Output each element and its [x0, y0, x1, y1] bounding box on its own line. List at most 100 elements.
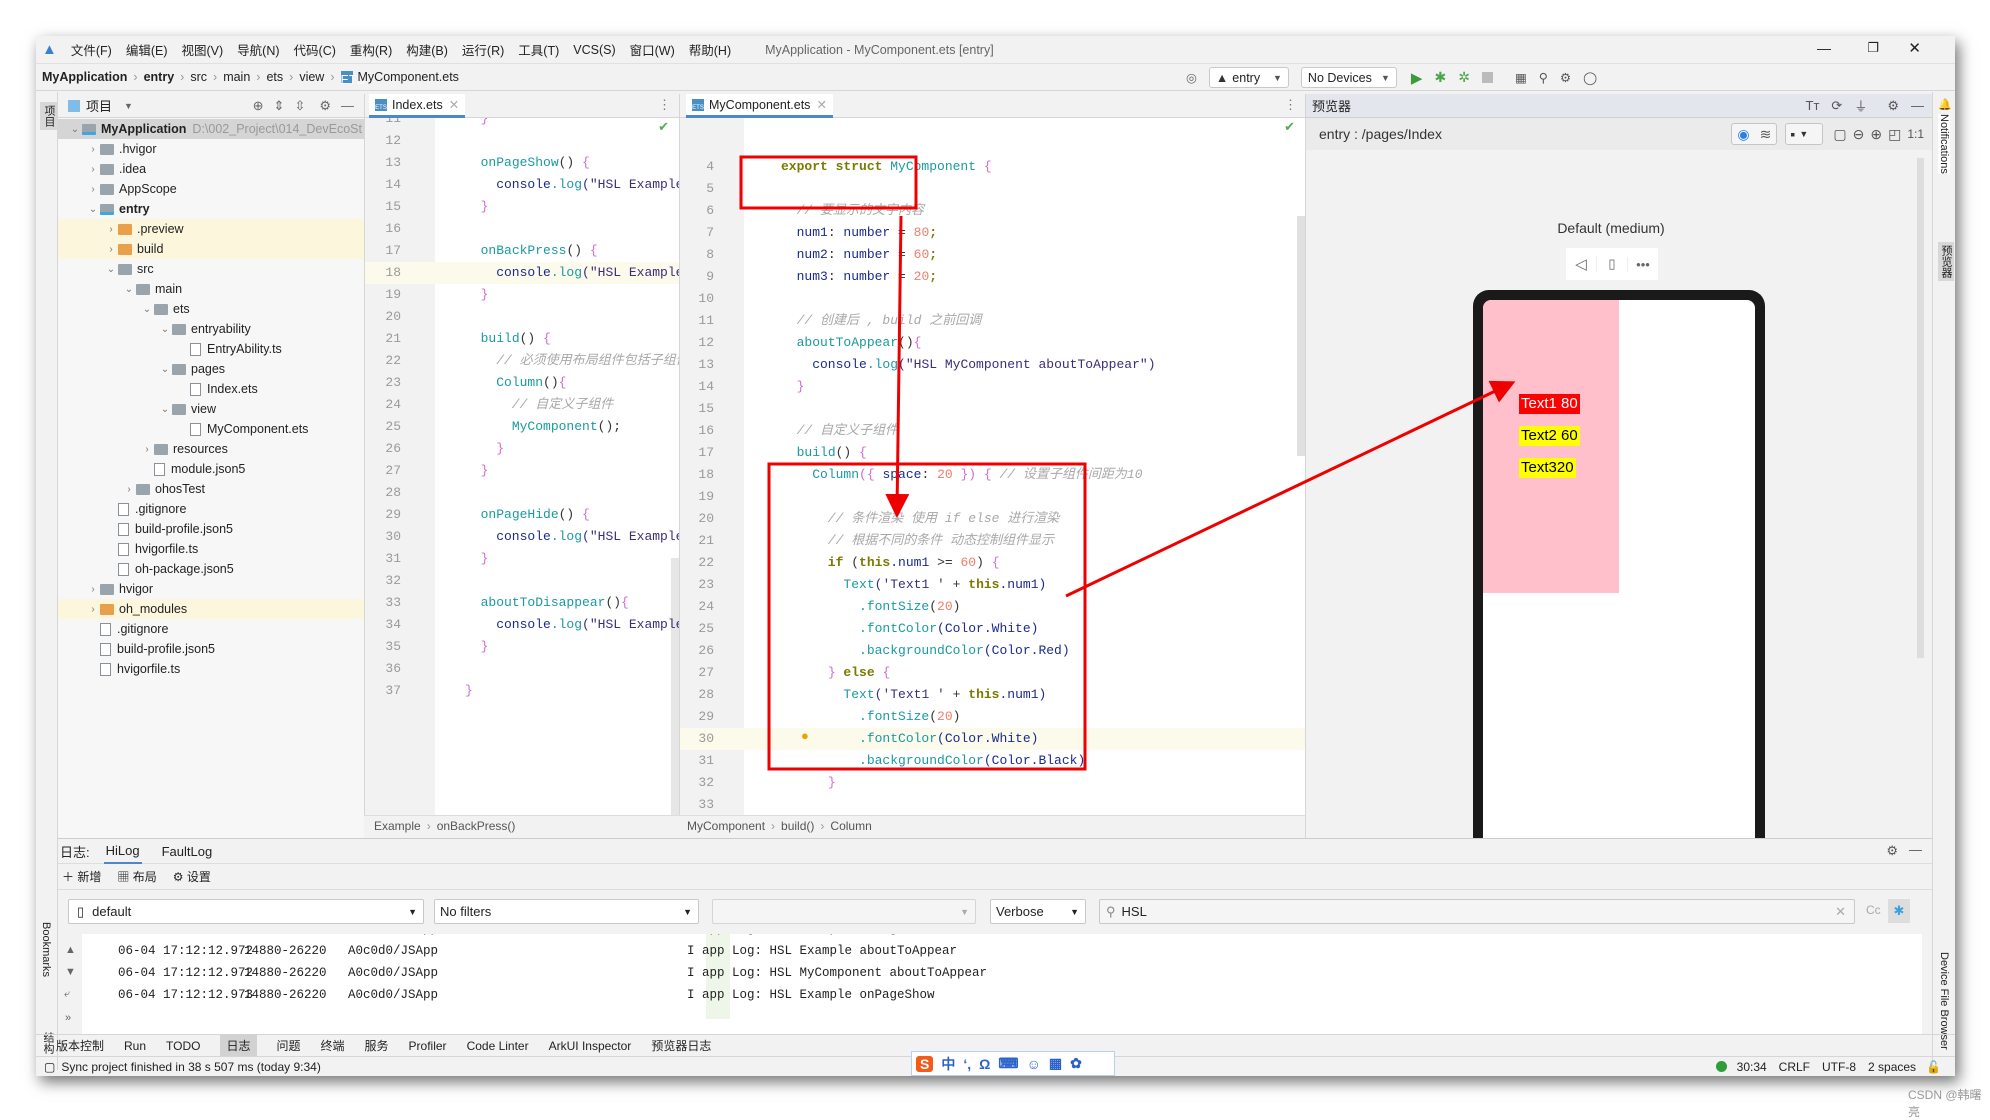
breadcrumb-item[interactable]: Column — [830, 819, 871, 833]
code-line[interactable]: 15 — [680, 398, 1305, 420]
tree-item[interactable]: › .idea — [58, 159, 364, 179]
code-line[interactable]: 28 Text('Text1 ' + this.num1) — [680, 684, 1305, 706]
code-line[interactable]: 18 Column({ space: 20 }) { // 设置子组件间距为10 — [680, 464, 1305, 486]
notifications-tool-button[interactable]: Notifications — [1938, 114, 1950, 174]
more-options-icon[interactable]: ⋮ — [658, 97, 671, 113]
previewer-tool-button[interactable]: 预览器 — [1938, 242, 1954, 281]
code-line[interactable]: 27 } else { — [680, 662, 1305, 684]
preview-text-3[interactable]: Text320 — [1519, 458, 1576, 478]
hide-icon[interactable]: — — [1909, 842, 1922, 857]
code-line[interactable]: 29 .fontSize(20) — [680, 706, 1305, 728]
breadcrumb-item[interactable]: main — [223, 70, 250, 84]
mycomponent-editor[interactable]: ✔ ● 4 export struct MyComponent {5 6 // 要显… — [679, 118, 1305, 815]
close-tab-icon[interactable]: ✕ — [816, 97, 826, 112]
breadcrumb-item[interactable]: build() — [781, 819, 814, 833]
toolwindow-10[interactable]: 预览器日志 — [651, 1037, 711, 1054]
tree-item[interactable]: › AppScope — [58, 179, 364, 199]
chevron-right-icon[interactable]: › — [86, 144, 100, 155]
search-icon[interactable]: ⚲ — [1539, 70, 1548, 85]
tree-item[interactable]: ⌄ view — [58, 399, 364, 419]
file-encoding[interactable]: UTF-8 — [1822, 1060, 1856, 1074]
chevron-down-icon[interactable]: ⌄ — [68, 124, 82, 135]
caret-position[interactable]: 30:34 — [1737, 1060, 1767, 1074]
tree-item[interactable]: build-profile.json5 — [58, 639, 364, 659]
toolwindow-3[interactable]: 日志 — [220, 1034, 257, 1057]
component-inspector-icon[interactable]: ◉ — [1732, 126, 1754, 143]
tree-item[interactable]: oh-package.json5 — [58, 559, 364, 579]
menu-item[interactable]: 运行(R) — [462, 40, 504, 59]
code-line[interactable]: 10 — [680, 288, 1305, 310]
tree-item[interactable]: .gitignore — [58, 499, 364, 519]
tree-item[interactable]: › .hvigor — [58, 139, 364, 159]
device-select[interactable]: ▯ default ▼ — [68, 899, 424, 924]
code-line[interactable]: 27 } — [365, 460, 679, 482]
code-line[interactable]: 11 // 创建后 , build 之前回调 — [680, 310, 1305, 332]
toolwindow-0[interactable]: 版本控制 — [56, 1037, 104, 1054]
code-line[interactable]: 22 // 必须使用布局组件包括子组件 — [365, 350, 679, 372]
punctuation-icon[interactable]: ‘, — [963, 1056, 971, 1072]
target-icon[interactable]: ◎ — [1186, 70, 1197, 85]
chevron-down-icon[interactable]: ⌄ — [122, 284, 136, 295]
module-dropdown[interactable]: ▲ entry ▼ — [1208, 67, 1289, 88]
code-line[interactable]: 14 console.log("HSL Example onPageShow") — [365, 174, 679, 196]
layout-button[interactable]: ▦ 布局 — [117, 868, 156, 885]
filter-select[interactable]: No filters ▼ — [434, 899, 699, 924]
clear-icon[interactable]: ✕ — [1835, 904, 1846, 920]
attach-debugger-icon[interactable]: ✲ — [1458, 69, 1470, 86]
tree-item[interactable]: Index.ets — [58, 379, 364, 399]
code-line[interactable]: 12 aboutToAppear(){ — [680, 332, 1305, 354]
breadcrumb-item[interactable]: view — [299, 70, 324, 84]
fit-icon[interactable]: ▢ — [1833, 126, 1846, 143]
tree-item[interactable]: › build — [58, 239, 364, 259]
code-line[interactable]: 6 // 要显示的文字内容 — [680, 200, 1305, 222]
toolbox-icon[interactable]: ▦ — [1049, 1055, 1062, 1072]
menu-item[interactable]: 构建(B) — [406, 40, 448, 59]
original-size-icon[interactable]: ◰ — [1888, 126, 1901, 143]
close-tab-icon[interactable]: ✕ — [449, 97, 459, 112]
code-line[interactable]: 4 export struct MyComponent { — [680, 156, 1305, 178]
code-line[interactable]: 13 onPageShow() { — [365, 152, 679, 174]
code-line[interactable]: 12 — [365, 130, 679, 152]
collapse-all-icon[interactable]: ⇳ — [294, 98, 305, 114]
level-select[interactable]: Verbose ▼ — [990, 899, 1086, 924]
code-line[interactable]: 14 } — [680, 376, 1305, 398]
code-line[interactable]: 16 // 自定义子组件 — [680, 420, 1305, 442]
status-message[interactable]: Sync project finished in 38 s 507 ms (to… — [61, 1060, 320, 1074]
plug-icon[interactable]: ⏚ — [1854, 96, 1867, 115]
ime-mode[interactable]: 中 — [941, 1054, 955, 1074]
chevron-down-icon[interactable]: ⌄ — [158, 404, 172, 415]
settings-icon[interactable]: ✿ — [1070, 1055, 1082, 1072]
code-line[interactable]: 33 aboutToDisappear(){ — [365, 592, 679, 614]
toolwindow-6[interactable]: 服务 — [365, 1037, 389, 1054]
code-line[interactable]: 7 num1: number = 80; — [680, 222, 1305, 244]
menu-item[interactable]: 帮助(H) — [689, 40, 731, 59]
tree-item[interactable]: ⌄ src — [58, 259, 364, 279]
chevron-right-icon[interactable]: › — [86, 604, 100, 615]
code-line[interactable]: 21 // 根据不同的条件 动态控制组件显示 — [680, 530, 1305, 552]
code-line[interactable]: 24 .fontSize(20) — [680, 596, 1305, 618]
process-select[interactable]: ▼ — [712, 899, 976, 924]
tab-hilog[interactable]: HiLog — [103, 839, 142, 864]
menu-item[interactable]: 窗口(W) — [630, 40, 675, 59]
code-line[interactable]: 24 // 自定义子组件 — [365, 394, 679, 416]
voice-icon[interactable]: ☺ — [1027, 1056, 1041, 1072]
settings-icon[interactable]: ⚙ — [1886, 843, 1898, 859]
toolwindow-1[interactable]: Run — [124, 1039, 146, 1053]
tree-item[interactable]: › .preview — [58, 219, 364, 239]
more-icon[interactable]: » — [65, 1012, 71, 1024]
settings-icon[interactable]: ⚙ — [1560, 70, 1571, 85]
chevron-right-icon[interactable]: › — [140, 444, 154, 455]
breadcrumb-item[interactable]: entry — [144, 70, 175, 84]
tree-item[interactable]: ⌄ ets — [58, 299, 364, 319]
code-line[interactable]: 28 — [365, 482, 679, 504]
menu-item[interactable]: 工具(T) — [518, 40, 559, 59]
toolwindow-8[interactable]: Code Linter — [467, 1039, 529, 1053]
minimize-button[interactable]: — — [1817, 40, 1831, 56]
device-dropdown[interactable]: No Devices ▼ — [1300, 67, 1397, 88]
chevron-right-icon[interactable]: › — [122, 484, 136, 495]
tree-item[interactable]: › ohosTest — [58, 479, 364, 499]
breadcrumb-item[interactable]: MyComponent.ets — [358, 70, 459, 84]
tree-item[interactable]: MyComponent.ets — [58, 419, 364, 439]
rotate-icon[interactable]: ▯ — [1596, 256, 1627, 272]
code-line[interactable]: 9 num3: number = 20; — [680, 266, 1305, 288]
